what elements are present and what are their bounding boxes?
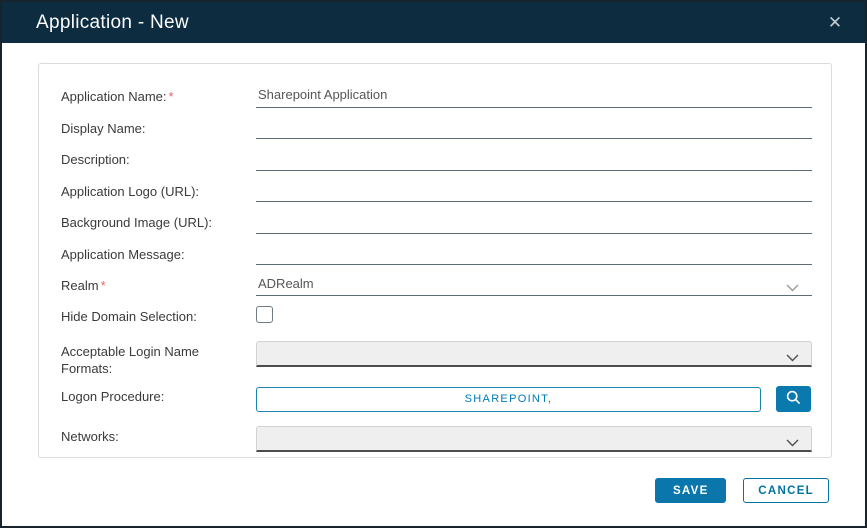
display-name-input[interactable] bbox=[256, 118, 812, 139]
logon-procedure-search-button[interactable] bbox=[776, 386, 811, 412]
application-name-label: Application Name:* bbox=[61, 86, 256, 105]
logon-procedure-label: Logon Procedure: bbox=[61, 386, 256, 405]
required-mark: * bbox=[169, 89, 174, 104]
chevron-down-icon bbox=[786, 350, 799, 365]
login-formats-dropdown[interactable] bbox=[256, 341, 812, 367]
form-row-hide-domain: Hide Domain Selection: bbox=[61, 306, 812, 328]
dialog-title: Application - New bbox=[36, 12, 189, 34]
form-row-networks: Networks: bbox=[61, 426, 812, 452]
close-icon: ✕ bbox=[828, 13, 842, 32]
realm-label: Realm* bbox=[61, 275, 256, 294]
dialog-header: Application - New ✕ bbox=[2, 2, 865, 43]
description-label: Description: bbox=[61, 149, 256, 168]
form-row-application-name: Application Name:* bbox=[61, 86, 812, 108]
description-input[interactable] bbox=[256, 150, 812, 171]
background-image-input[interactable] bbox=[256, 213, 812, 234]
application-logo-input[interactable] bbox=[256, 181, 812, 202]
dialog-footer: SAVE CANCEL bbox=[655, 478, 829, 503]
form-row-application-logo: Application Logo (URL): bbox=[61, 181, 812, 203]
application-logo-label: Application Logo (URL): bbox=[61, 181, 256, 200]
logon-procedure-field[interactable]: SHAREPOINT, bbox=[256, 387, 761, 412]
realm-value: ADRealm bbox=[258, 276, 314, 291]
form-panel: Application Name:* Display Name: Descrip… bbox=[38, 63, 832, 458]
form-row-logon-procedure: Logon Procedure: SHAREPOINT, bbox=[61, 386, 812, 412]
application-message-input[interactable] bbox=[256, 244, 812, 265]
hide-domain-checkbox[interactable] bbox=[256, 306, 273, 323]
background-image-label: Background Image (URL): bbox=[61, 212, 256, 231]
save-button[interactable]: SAVE bbox=[655, 478, 726, 503]
networks-dropdown[interactable] bbox=[256, 426, 812, 452]
close-button[interactable]: ✕ bbox=[821, 9, 849, 37]
application-message-label: Application Message: bbox=[61, 244, 256, 263]
display-name-label: Display Name: bbox=[61, 118, 256, 137]
chevron-down-icon bbox=[786, 435, 799, 450]
form-row-background-image: Background Image (URL): bbox=[61, 212, 812, 234]
login-formats-label: Acceptable Login Name Formats: bbox=[61, 341, 256, 377]
form-row-display-name: Display Name: bbox=[61, 118, 812, 140]
networks-label: Networks: bbox=[61, 426, 256, 445]
chevron-down-icon bbox=[786, 280, 799, 295]
hide-domain-label: Hide Domain Selection: bbox=[61, 306, 256, 325]
realm-dropdown[interactable]: ADRealm bbox=[256, 275, 812, 296]
search-icon bbox=[785, 389, 802, 409]
logon-procedure-value: SHAREPOINT, bbox=[465, 393, 553, 405]
form-row-login-formats: Acceptable Login Name Formats: bbox=[61, 341, 812, 377]
required-mark: * bbox=[101, 278, 106, 293]
application-name-input[interactable] bbox=[256, 87, 812, 108]
cancel-button[interactable]: CANCEL bbox=[743, 478, 829, 503]
form-row-realm: Realm* ADRealm bbox=[61, 275, 812, 296]
form-row-description: Description: bbox=[61, 149, 812, 171]
form-row-application-message: Application Message: bbox=[61, 244, 812, 266]
